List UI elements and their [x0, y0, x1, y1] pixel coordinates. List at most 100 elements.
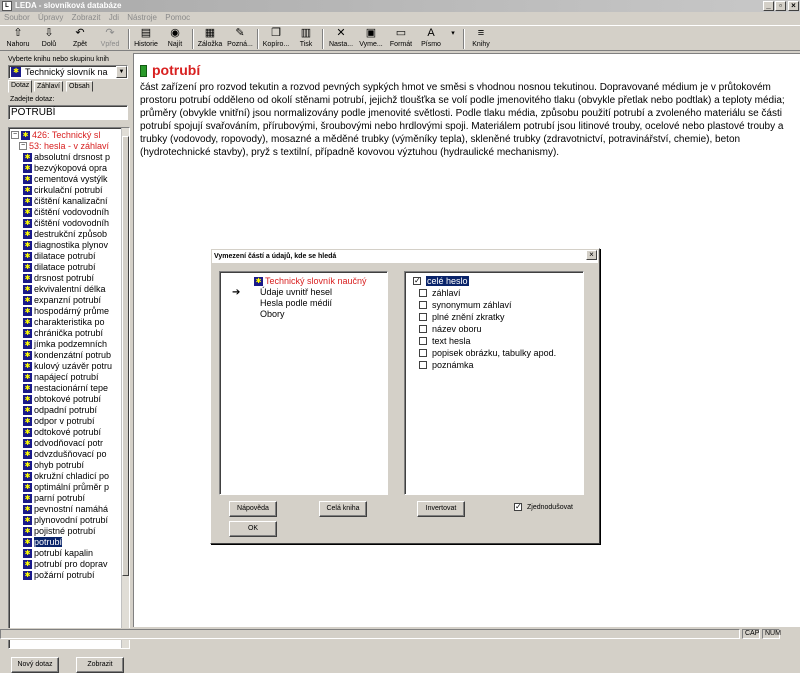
- tree-scrollbar[interactable]: [121, 128, 129, 648]
- tree-item[interactable]: ✱ cirkulační potrubí: [23, 185, 103, 196]
- menu-edit[interactable]: Úpravy: [38, 13, 63, 22]
- tree-item[interactable]: ✱ obtokové potrubí: [23, 394, 101, 405]
- maximize-icon[interactable]: ▫: [775, 1, 786, 11]
- checkbox-icon[interactable]: [419, 337, 427, 345]
- tree-item[interactable]: ✱ kondenzátní potrub: [23, 350, 111, 361]
- tree-item[interactable]: ✱ cementová vystýlk: [23, 174, 108, 185]
- tree-item[interactable]: ✱ dilatace potrubí: [23, 262, 96, 273]
- tree-item[interactable]: ✱ potrubí pro doprav: [23, 559, 108, 570]
- checkbox-icon[interactable]: [419, 301, 427, 309]
- checkbox-icon[interactable]: [419, 325, 427, 333]
- tree-item[interactable]: ✱ čištění vodovodníh: [23, 218, 109, 229]
- define-button[interactable]: ▣ Vyme...: [357, 27, 385, 51]
- menu-view[interactable]: Zobrazit: [72, 13, 101, 22]
- tree-item[interactable]: ✱ hospodárný průme: [23, 306, 109, 317]
- chevron-down-icon[interactable]: ▼: [116, 66, 127, 78]
- tab-query[interactable]: Dotaz: [8, 80, 33, 93]
- tree-item[interactable]: ✱ dilatace potrubí: [23, 251, 96, 262]
- scope-part-option[interactable]: název oboru: [419, 324, 482, 335]
- font-button[interactable]: A Písmo: [418, 27, 444, 51]
- menu-tools[interactable]: Nástroje: [127, 13, 157, 22]
- down-button[interactable]: ⇩ Dolů: [35, 27, 63, 51]
- tree-item[interactable]: ✱ odvzdušňovací po: [23, 449, 107, 460]
- tab-headers[interactable]: Záhlaví: [34, 81, 63, 92]
- scope-part-option[interactable]: ✓ celé heslo: [413, 276, 469, 287]
- show-button[interactable]: Zobrazit: [76, 657, 124, 673]
- tree-item[interactable]: ✱ odpadní potrubí: [23, 405, 97, 416]
- scrollbar-thumb[interactable]: [122, 136, 129, 576]
- tree-item[interactable]: ✱ odtokové potrubí: [23, 427, 101, 438]
- scope-part-option[interactable]: synonymum záhlaví: [419, 300, 512, 311]
- book-select[interactable]: ✱ Technický slovník na ▼: [8, 65, 128, 79]
- font-dropdown[interactable]: ▾: [447, 27, 459, 51]
- tree-item[interactable]: ✱ absolutní drsnost p: [23, 152, 110, 163]
- history-button[interactable]: ▤ Historie: [132, 27, 160, 51]
- tree-item[interactable]: ✱ čištění kanalizační: [23, 196, 108, 207]
- close-icon[interactable]: ×: [586, 250, 597, 260]
- settings-button[interactable]: ✕ Nasta...: [326, 27, 356, 51]
- checkbox-icon[interactable]: ✓: [514, 503, 522, 511]
- close-icon[interactable]: ×: [788, 1, 799, 11]
- checkbox-icon[interactable]: [419, 313, 427, 321]
- tree-item[interactable]: ✱ čištění vodovodníh: [23, 207, 109, 218]
- tree-item[interactable]: ✱ nestacionární tepe: [23, 383, 108, 394]
- tree-item[interactable]: ✱ potrubí: [23, 537, 63, 548]
- scope-book[interactable]: ✱ Technický slovník naučný: [254, 276, 367, 287]
- tree-item[interactable]: ✱ jímka podzemních: [23, 339, 107, 350]
- tree-item[interactable]: ✱ chránička potrubí: [23, 328, 103, 339]
- menu-file[interactable]: Soubor: [4, 13, 30, 22]
- tree-item[interactable]: ✱ okružní chladicí po: [23, 471, 109, 482]
- scope-part-option[interactable]: text hesla: [419, 336, 471, 347]
- tree-item[interactable]: ✱ pojistné potrubí: [23, 526, 96, 537]
- simplify-checkbox[interactable]: ✓ Zjednodušovat: [514, 502, 573, 513]
- tab-contents[interactable]: Obsah: [66, 81, 93, 92]
- tree-item[interactable]: ✱ drsnost potrubí: [23, 273, 94, 284]
- scope-by-media[interactable]: Hesla podle médií: [260, 298, 332, 309]
- tree-item[interactable]: ✱ expanzní potrubí: [23, 295, 101, 306]
- tree-item[interactable]: ✱ odpor v potrubí: [23, 416, 95, 427]
- scope-inside-entries[interactable]: Údaje uvnitř hesel: [260, 287, 332, 298]
- bookmark-button[interactable]: ▦ Záložka: [196, 27, 224, 51]
- scope-fields[interactable]: Obory: [260, 309, 285, 320]
- tree-root[interactable]: − ✱ 426: Technický sl: [11, 130, 100, 141]
- scope-part-option[interactable]: plné znění zkratky: [419, 312, 505, 323]
- tree-item[interactable]: ✱ plynovodní potrubí: [23, 515, 108, 526]
- query-input[interactable]: POTRUBÍ: [8, 105, 128, 120]
- books-button[interactable]: ≡ Knihy: [467, 27, 495, 51]
- scope-part-option[interactable]: popisek obrázku, tabulky apod.: [419, 348, 556, 359]
- ok-button[interactable]: OK: [229, 521, 277, 537]
- tree-item[interactable]: ✱ diagnostika plynov: [23, 240, 108, 251]
- menu-help[interactable]: Pomoc: [165, 13, 190, 22]
- checkbox-icon[interactable]: [419, 361, 427, 369]
- menu-go[interactable]: Jdi: [109, 13, 119, 22]
- tree-item[interactable]: ✱ bezvýkopová opra: [23, 163, 107, 174]
- find-button[interactable]: ◉ Najít: [162, 27, 188, 51]
- tree-group[interactable]: −53: hesla - v záhlaví: [19, 141, 109, 152]
- tree-item[interactable]: ✱ parní potrubí: [23, 493, 85, 504]
- tree-item[interactable]: ✱ charakteristika po: [23, 317, 105, 328]
- checkbox-icon[interactable]: ✓: [413, 277, 421, 285]
- collapse-icon[interactable]: −: [19, 142, 27, 150]
- invert-button[interactable]: Invertovat: [417, 501, 465, 517]
- format-button[interactable]: ▭ Formát: [387, 27, 415, 51]
- tree-item[interactable]: ✱ požární potrubí: [23, 570, 95, 581]
- collapse-icon[interactable]: −: [11, 131, 19, 139]
- tree-item[interactable]: ✱ napájecí potrubí: [23, 372, 99, 383]
- checkbox-icon[interactable]: [419, 289, 427, 297]
- scope-part-option[interactable]: záhlaví: [419, 288, 461, 299]
- back-button[interactable]: ↶ Zpět: [66, 27, 94, 51]
- tree-item[interactable]: ✱ kulový uzávěr potru: [23, 361, 112, 372]
- scope-part-option[interactable]: poznámka: [419, 360, 474, 371]
- tree-item[interactable]: ✱ pevnostní namáhá: [23, 504, 108, 515]
- new-query-button[interactable]: Nový dotaz: [11, 657, 59, 673]
- checkbox-icon[interactable]: [419, 349, 427, 357]
- note-button[interactable]: ✎ Pozná...: [226, 27, 254, 51]
- print-button[interactable]: ▥ Tisk: [294, 27, 318, 51]
- tree-item[interactable]: ✱ potrubí kapalin: [23, 548, 93, 559]
- tree-item[interactable]: ✱ ekvivalentní délka: [23, 284, 106, 295]
- minimize-icon[interactable]: _: [763, 1, 774, 11]
- tree-item[interactable]: ✱ destrukční způsob: [23, 229, 107, 240]
- forward-button[interactable]: ↷ Vpřed: [96, 27, 124, 51]
- tree-item[interactable]: ✱ odvodňovací potr: [23, 438, 103, 449]
- copy-button[interactable]: ❐ Kopíro...: [261, 27, 291, 51]
